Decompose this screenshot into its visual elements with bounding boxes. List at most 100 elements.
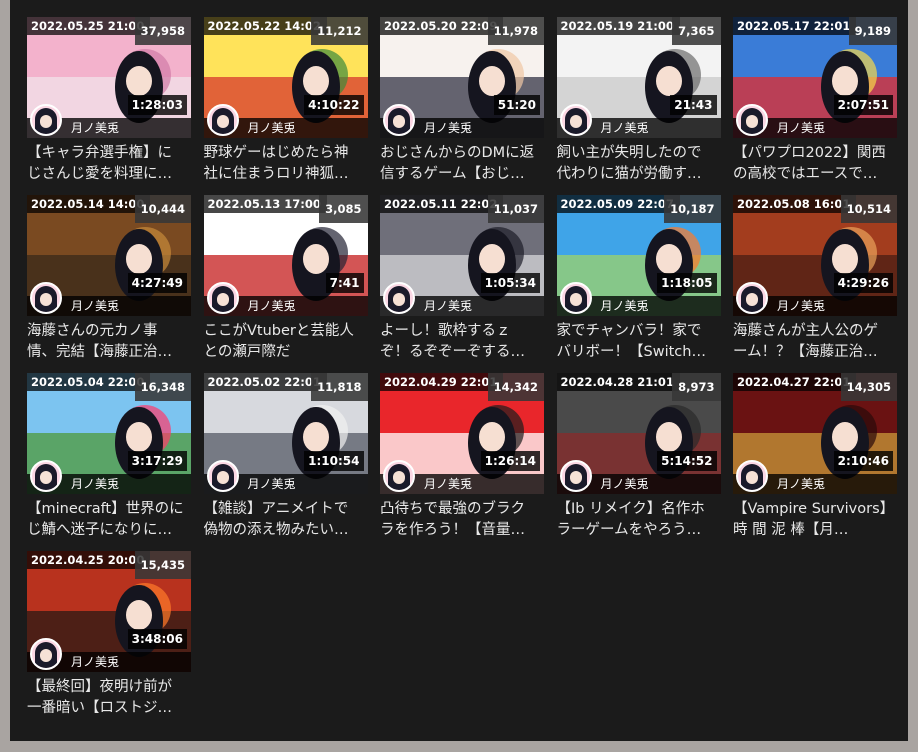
channel-avatar[interactable] xyxy=(383,460,415,492)
channel-name[interactable]: 月ノ美兎 xyxy=(777,298,825,314)
video-title-line2: 社に住まうロリ神狐… xyxy=(203,166,349,182)
channel-avatar[interactable] xyxy=(736,282,768,314)
video-thumbnail[interactable]: 2022.05.13 17:00 3,085 7:41 月ノ美兎 xyxy=(203,195,368,316)
channel-avatar[interactable] xyxy=(206,104,239,136)
video-card[interactable]: 2022.05.14 14:00 10,444 4:27:49 月ノ美兎 海藤さ… xyxy=(27,195,191,360)
channel-name[interactable]: 月ノ美兎 xyxy=(777,120,825,136)
video-title-line1: 【パワプロ2022】関西 xyxy=(733,145,886,161)
view-count: 10,444 xyxy=(134,195,191,223)
publish-date: 2022.04.28 21:01 xyxy=(556,373,680,391)
video-thumbnail[interactable]: 2022.04.25 20:00 15,435 3:48:06 月ノ美兎 xyxy=(27,551,191,672)
channel-avatar[interactable] xyxy=(559,460,592,492)
video-thumbnail[interactable]: 2022.04.29 22:01 14,342 1:26:14 月ノ美兎 xyxy=(380,373,544,494)
channel-name[interactable]: 月ノ美兎 xyxy=(424,298,472,314)
video-thumbnail[interactable]: 2022.05.20 22:09 11,978 51:20 月ノ美兎 xyxy=(380,17,544,138)
video-thumbnail[interactable]: 2022.05.22 14:02 11,212 4:10:22 月ノ美兎 xyxy=(203,17,368,138)
channel-name[interactable]: 月ノ美兎 xyxy=(71,476,119,492)
channel-name[interactable]: 月ノ美兎 xyxy=(424,476,472,492)
video-card[interactable]: 2022.05.08 16:01 10,514 4:29:26 月ノ美兎 海藤さ… xyxy=(733,195,897,360)
video-title[interactable]: 【Ib リメイク】名作ホ ラーゲームをやろう… xyxy=(557,499,721,541)
channel-avatar[interactable] xyxy=(383,282,415,314)
video-card[interactable]: 2022.05.20 22:09 11,978 51:20 月ノ美兎 おじさんか… xyxy=(380,17,544,182)
video-thumbnail[interactable]: 2022.05.02 22:01 11,818 1:10:54 月ノ美兎 xyxy=(203,373,368,494)
video-title[interactable]: 【Vampire Survivors】 時 間 泥 棒【月… xyxy=(733,499,897,541)
video-card[interactable]: 2022.05.22 14:02 11,212 4:10:22 月ノ美兎 野球ゲ… xyxy=(203,17,368,182)
video-title[interactable]: 野球ゲーはじめたら神 社に住まうロリ神狐… xyxy=(204,143,368,185)
video-title[interactable]: おじさんからのDMに返 信するゲーム【おじ… xyxy=(380,143,544,185)
video-thumbnail[interactable]: 2022.05.04 22:00 16,348 3:17:29 月ノ美兎 xyxy=(27,373,191,494)
video-title-line2: ラーゲームをやろう… xyxy=(556,522,702,538)
video-title[interactable]: 【雑談】アニメイトで 偽物の添え物みたい… xyxy=(204,499,368,541)
video-thumbnail[interactable]: 2022.05.09 22:07 10,187 1:18:05 月ノ美兎 xyxy=(556,195,721,316)
video-duration: 4:27:49 xyxy=(127,273,187,293)
channel-name[interactable]: 月ノ美兎 xyxy=(248,476,296,492)
video-title-line1: よーし！歌枠するｚ xyxy=(380,323,511,339)
channel-name[interactable]: 月ノ美兎 xyxy=(71,298,119,314)
video-card[interactable]: 2022.05.19 21:00 7,365 21:43 月ノ美兎 飼い主が失明… xyxy=(556,17,721,182)
view-count: 8,973 xyxy=(672,373,721,401)
publish-date: 2022.05.22 14:02 xyxy=(203,17,327,35)
video-title[interactable]: 凸待ちで最強のブラク ラを作ろう！【音量… xyxy=(380,499,544,541)
video-thumbnail[interactable]: 2022.05.11 22:02 11,037 1:05:34 月ノ美兎 xyxy=(380,195,544,316)
channel-name[interactable]: 月ノ美兎 xyxy=(777,476,825,492)
video-card[interactable]: 2022.05.13 17:00 3,085 7:41 月ノ美兎 ここがVtub… xyxy=(203,195,368,360)
video-thumbnail[interactable]: 2022.05.14 14:00 10,444 4:27:49 月ノ美兎 xyxy=(27,195,191,316)
view-count: 11,818 xyxy=(311,373,368,401)
channel-avatar[interactable] xyxy=(383,104,415,136)
video-title-line2: じさんじ愛を料理に… xyxy=(27,166,172,182)
channel-avatar[interactable] xyxy=(30,282,62,314)
video-thumbnail[interactable]: 2022.04.27 22:01 14,305 2:10:46 月ノ美兎 xyxy=(733,373,897,494)
video-title-line2: 時 間 泥 棒【月… xyxy=(733,522,849,538)
channel-avatar[interactable] xyxy=(559,104,592,136)
channel-avatar[interactable] xyxy=(736,460,768,492)
video-title[interactable]: よーし！歌枠するｚ ぞ！るぞぞーぞする… xyxy=(380,321,544,363)
video-thumbnail[interactable]: 2022.05.25 21:00 37,958 1:28:03 月ノ美兎 xyxy=(27,17,191,138)
video-title[interactable]: 【最終回】夜明け前が 一番暗い【ロストジ… xyxy=(27,677,191,719)
video-title[interactable]: 【キャラ弁選手権】に じさんじ愛を料理に… xyxy=(27,143,191,185)
channel-avatar[interactable] xyxy=(736,104,768,136)
video-card[interactable]: 2022.05.11 22:02 11,037 1:05:34 月ノ美兎 よーし… xyxy=(380,195,544,360)
video-card[interactable]: 2022.04.27 22:01 14,305 2:10:46 月ノ美兎 【Va… xyxy=(733,373,897,538)
channel-avatar[interactable] xyxy=(30,638,62,670)
channel-name[interactable]: 月ノ美兎 xyxy=(601,476,649,492)
publish-date: 2022.04.25 20:00 xyxy=(27,551,151,569)
video-thumbnail[interactable]: 2022.05.08 16:01 10,514 4:29:26 月ノ美兎 xyxy=(733,195,897,316)
video-card[interactable]: 2022.05.25 21:00 37,958 1:28:03 月ノ美兎 【キャ… xyxy=(27,17,191,182)
channel-name[interactable]: 月ノ美兎 xyxy=(601,298,649,314)
video-title[interactable]: 飼い主が失明したので 代わりに猫が労働す… xyxy=(557,143,721,185)
channel-name[interactable]: 月ノ美兎 xyxy=(71,654,119,670)
video-thumbnail[interactable]: 2022.05.19 21:00 7,365 21:43 月ノ美兎 xyxy=(556,17,721,138)
channel-avatar[interactable] xyxy=(30,460,62,492)
channel-name[interactable]: 月ノ美兎 xyxy=(601,120,649,136)
video-title[interactable]: 海藤さんの元カノ事 情、完結【海藤正治… xyxy=(27,321,191,363)
channel-name[interactable]: 月ノ美兎 xyxy=(248,298,296,314)
video-card[interactable]: 2022.05.09 22:07 10,187 1:18:05 月ノ美兎 家でチ… xyxy=(556,195,721,360)
channel-name[interactable]: 月ノ美兎 xyxy=(424,120,472,136)
video-title-line2: 代わりに猫が労働す… xyxy=(556,166,702,182)
video-card[interactable]: 2022.04.28 21:01 8,973 5:14:52 月ノ美兎 【Ib … xyxy=(556,373,721,538)
video-duration: 5:14:52 xyxy=(657,451,717,471)
video-title-line2: 一番暗い【ロストジ… xyxy=(27,700,172,716)
video-title[interactable]: 【パワプロ2022】関西 の高校ではエースで… xyxy=(733,143,897,185)
video-card[interactable]: 2022.05.17 22:01 9,189 2:07:51 月ノ美兎 【パワプ… xyxy=(733,17,897,182)
video-card[interactable]: 2022.05.04 22:00 16,348 3:17:29 月ノ美兎 【mi… xyxy=(27,373,191,538)
video-thumbnail[interactable]: 2022.05.17 22:01 9,189 2:07:51 月ノ美兎 xyxy=(733,17,897,138)
video-title[interactable]: ここがVtuberと芸能人 との瀬戸際だ xyxy=(204,321,368,363)
channel-avatar[interactable] xyxy=(206,282,239,314)
video-title[interactable]: 海藤さんが主人公のゲ ーム！？【海藤正治… xyxy=(733,321,897,363)
video-title[interactable]: 【minecraft】世界のに じ鯖へ迷子になりに… xyxy=(27,499,191,541)
view-count: 15,435 xyxy=(134,551,191,579)
view-count: 11,212 xyxy=(311,17,368,45)
channel-avatar[interactable] xyxy=(30,104,62,136)
channel-name[interactable]: 月ノ美兎 xyxy=(248,120,296,136)
channel-avatar[interactable] xyxy=(206,460,239,492)
video-title[interactable]: 家でチャンバラ！家で バリボー！【Switch… xyxy=(557,321,721,363)
video-card[interactable]: 2022.04.25 20:00 15,435 3:48:06 月ノ美兎 【最終… xyxy=(27,551,191,716)
channel-avatar[interactable] xyxy=(559,282,592,314)
video-card[interactable]: 2022.04.29 22:01 14,342 1:26:14 月ノ美兎 凸待ち… xyxy=(380,373,544,538)
video-title-line2: との瀬戸際だ xyxy=(203,344,291,360)
channel-name[interactable]: 月ノ美兎 xyxy=(71,120,119,136)
video-card[interactable]: 2022.05.02 22:01 11,818 1:10:54 月ノ美兎 【雑談… xyxy=(203,373,368,538)
video-title-line1: 飼い主が失明したので xyxy=(556,145,702,161)
video-thumbnail[interactable]: 2022.04.28 21:01 8,973 5:14:52 月ノ美兎 xyxy=(556,373,721,494)
